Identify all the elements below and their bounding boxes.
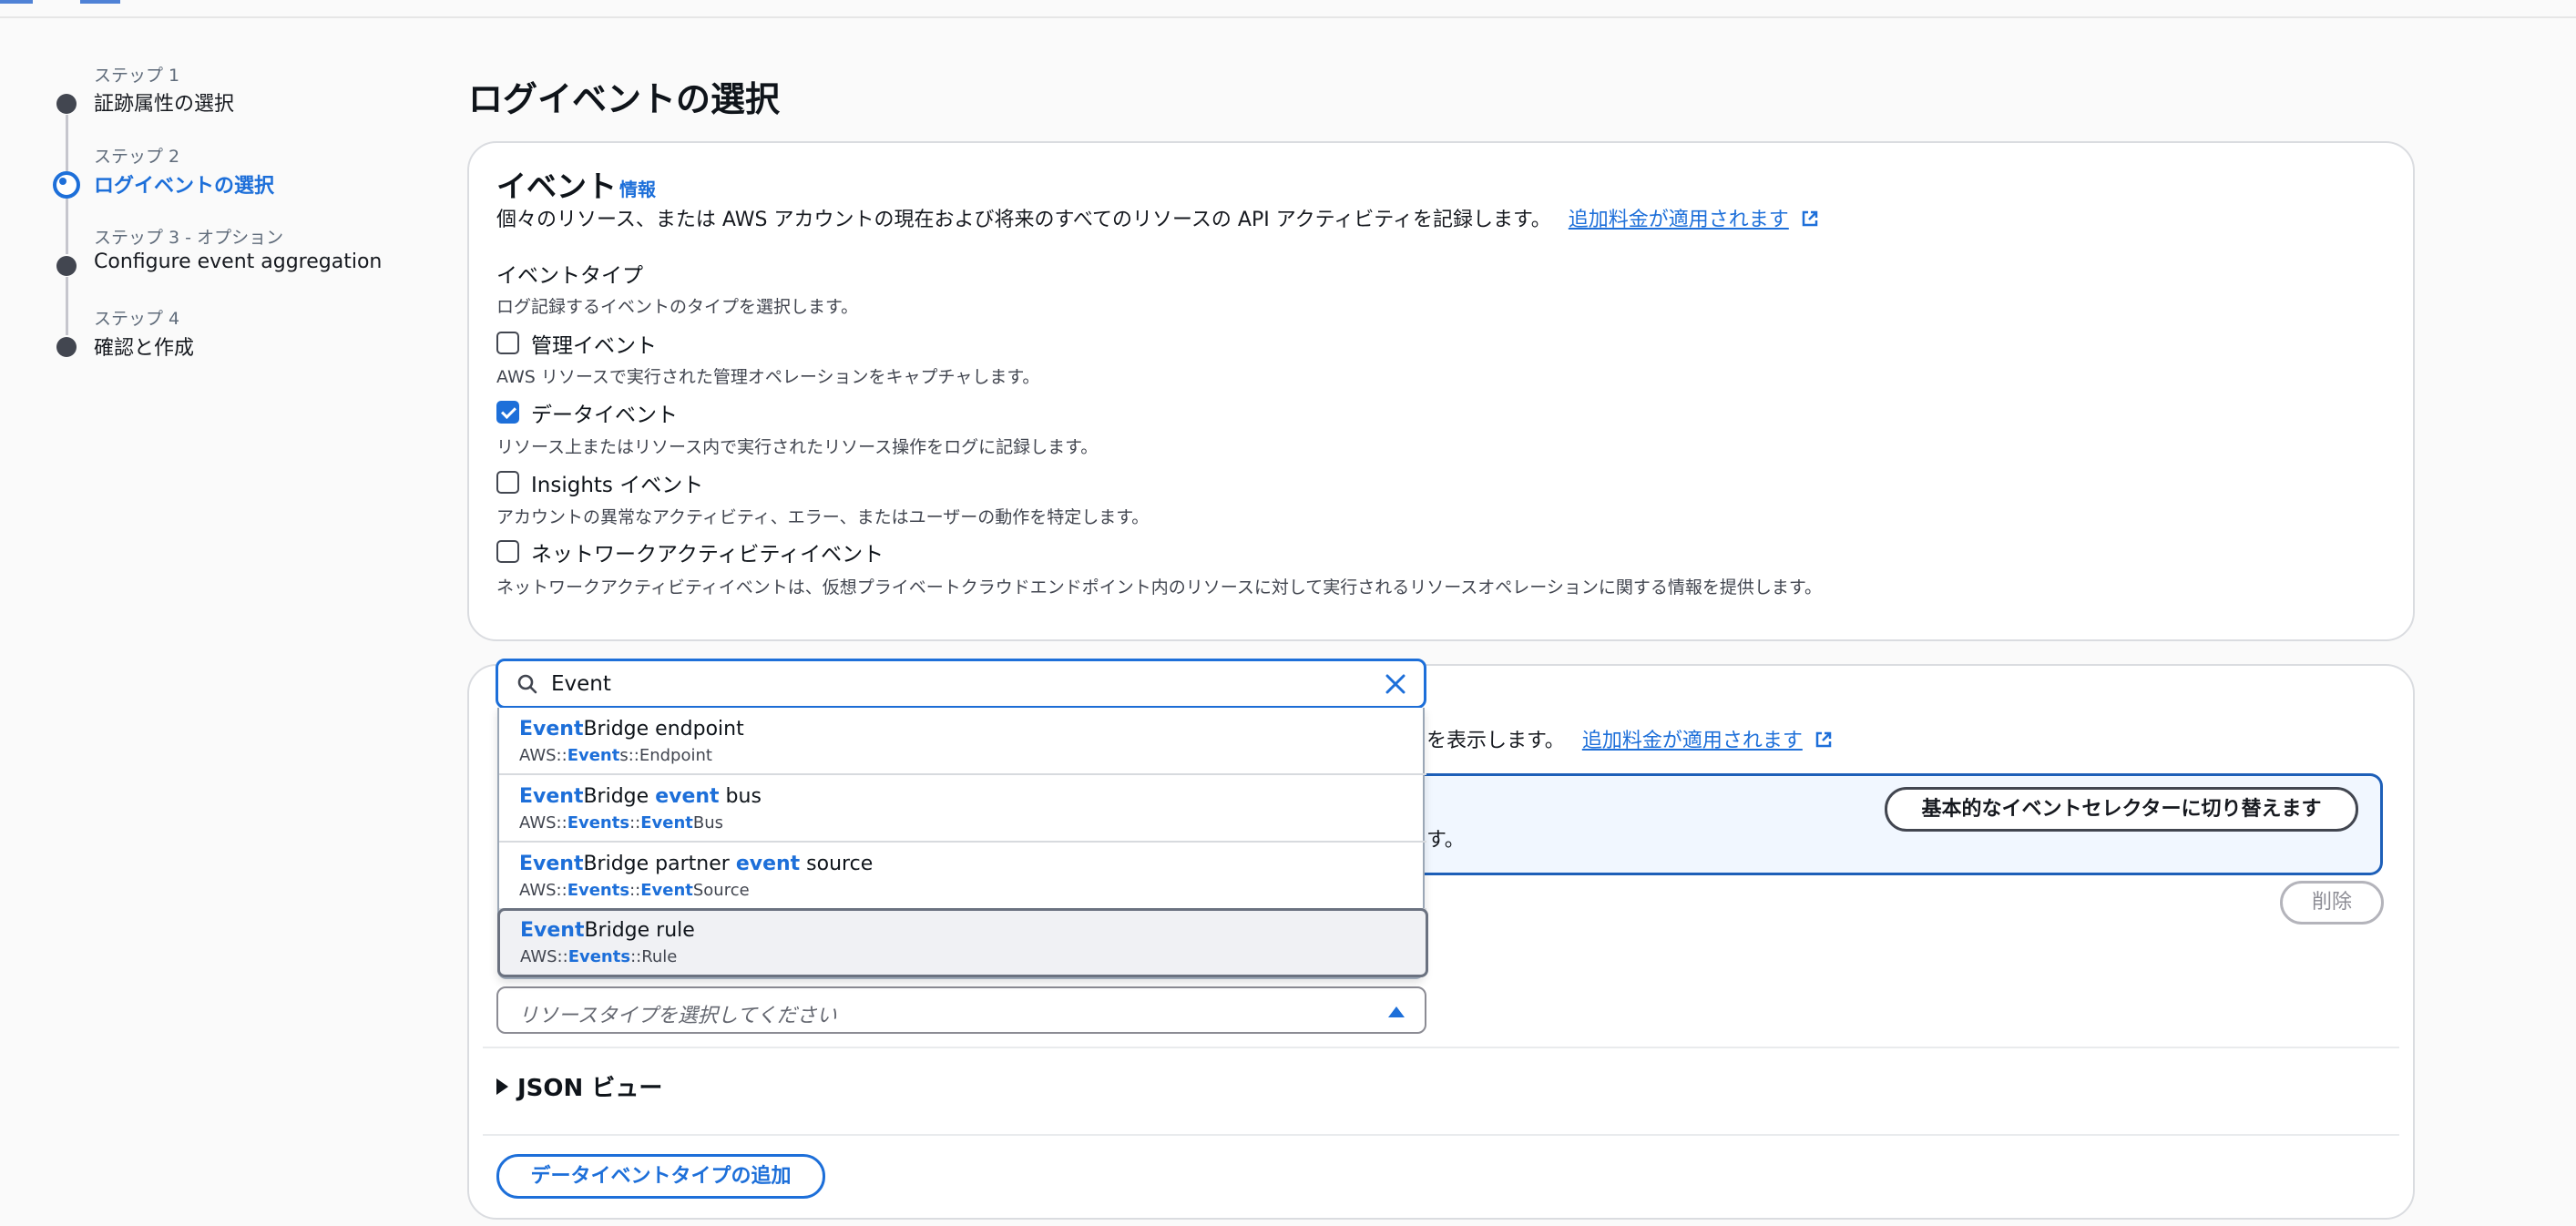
clear-search-icon[interactable] xyxy=(1384,672,1407,696)
option-title: EventBridge endpoint xyxy=(519,718,744,741)
dropdown-option[interactable]: EventBridge endpoint AWS::Events::Endpoi… xyxy=(499,708,1426,775)
step-4-title[interactable]: 確認と作成 xyxy=(94,332,194,361)
step-3-dot xyxy=(56,256,77,276)
option-title: EventBridge event bus xyxy=(519,785,762,808)
option-subtitle: AWS::Events::Rule xyxy=(520,947,678,966)
dropdown-option-highlighted[interactable]: EventBridge rule AWS::Events::Rule xyxy=(497,908,1428,977)
external-link-icon xyxy=(1815,731,1832,748)
events-heading: イベント xyxy=(496,169,617,204)
data-events-description-partial: を表示します。 xyxy=(1426,730,1565,752)
delete-button[interactable]: 削除 xyxy=(2280,881,2384,925)
info-alert-text-partial: す。 xyxy=(1426,829,1465,852)
management-events-hint: AWS リソースで実行された管理オペレーションをキャプチャします。 xyxy=(496,367,1040,387)
event-type-label: イベントタイプ xyxy=(496,264,643,288)
step-connector xyxy=(66,115,68,171)
step-1-dot xyxy=(56,94,77,114)
external-link-icon xyxy=(1802,210,1818,227)
option-title: EventBridge partner event source xyxy=(519,853,874,875)
step-3-number: ステップ 3 - オプション xyxy=(94,228,284,248)
search-icon xyxy=(517,674,537,694)
step-2-title[interactable]: ログイベントの選択 xyxy=(94,169,274,199)
info-link[interactable]: 情報 xyxy=(619,175,656,201)
option-title: EventBridge rule xyxy=(520,919,695,942)
resource-type-dropdown: EventBridge endpoint AWS::Events::Endpoi… xyxy=(497,708,1428,979)
data-events-pricing-link[interactable]: 追加料金が適用されます xyxy=(1582,730,1803,752)
switch-to-basic-selector-button[interactable]: 基本的なイベントセレクターに切り替えます xyxy=(1885,787,2358,832)
step-4-dot xyxy=(56,337,77,357)
management-events-checkbox[interactable] xyxy=(496,332,519,354)
event-type-hint: ログ記録するイベントのタイプを選択します。 xyxy=(496,297,859,317)
divider xyxy=(483,1047,2399,1048)
resource-type-placeholder: リソースタイプを選択してください xyxy=(518,1005,837,1027)
events-description: 個々のリソース、または AWS アカウントの現在および将来のすべてのリソースの … xyxy=(496,209,1551,231)
data-events-hint: リソース上またはリソース内で実行されたリソース操作をログに記録します。 xyxy=(496,437,1099,457)
step-connector xyxy=(66,196,68,254)
step-connector xyxy=(66,277,68,335)
option-subtitle: AWS::Events::EventBus xyxy=(519,813,723,833)
events-description-row: 個々のリソース、または AWS アカウントの現在および将来のすべてのリソースの … xyxy=(496,203,1819,232)
insights-events-checkbox[interactable] xyxy=(496,471,519,494)
step-4-number: ステップ 4 xyxy=(94,309,180,329)
step-1-title[interactable]: 証跡属性の選択 xyxy=(94,87,234,117)
page-title: ログイベントの選択 xyxy=(468,79,781,119)
step-2-number: ステップ 2 xyxy=(94,147,180,167)
insights-events-hint: アカウントの異常なアクティビティ、エラー、またはユーザーの動作を特定します。 xyxy=(496,507,1150,527)
option-subtitle: AWS::Events::EventSource xyxy=(519,881,750,900)
dropdown-option[interactable]: EventBridge event bus AWS::Events::Event… xyxy=(499,775,1426,843)
option-subtitle: AWS::Events::Endpoint xyxy=(519,746,712,765)
data-events-description-row: を表示します。 追加料金が適用されます xyxy=(1426,724,1833,753)
network-activity-events-label[interactable]: ネットワークアクティビティイベント xyxy=(531,536,884,567)
dropdown-option[interactable]: EventBridge partner event source AWS::Ev… xyxy=(499,843,1426,910)
caret-right-icon xyxy=(496,1078,508,1095)
data-events-label[interactable]: データイベント xyxy=(531,397,678,428)
pricing-link[interactable]: 追加料金が適用されます xyxy=(1569,209,1789,231)
resource-type-search[interactable]: Event xyxy=(496,659,1426,709)
caret-up-icon xyxy=(1388,1006,1405,1017)
resource-type-select[interactable]: リソースタイプを選択してください xyxy=(496,986,1426,1034)
add-data-event-type-button[interactable]: データイベントタイプの追加 xyxy=(496,1154,825,1199)
insights-events-label[interactable]: Insights イベント xyxy=(531,467,703,498)
step-3-title[interactable]: Configure event aggregation xyxy=(94,250,382,273)
step-2-dot xyxy=(53,171,80,199)
json-view-toggle[interactable]: JSON ビュー xyxy=(496,1069,662,1103)
network-activity-events-hint: ネットワークアクティビティイベントは、仮想プライベートクラウドエンドポイント内の… xyxy=(496,577,1823,598)
step-1-number: ステップ 1 xyxy=(94,66,180,86)
network-activity-events-checkbox[interactable] xyxy=(496,540,519,563)
json-view-label: JSON ビュー xyxy=(517,1075,663,1102)
wizard-steps: ステップ 1 証跡属性の選択 ステップ 2 ログイベントの選択 ステップ 3 -… xyxy=(0,0,419,383)
search-input[interactable]: Event xyxy=(551,672,611,696)
data-events-checkbox[interactable] xyxy=(496,401,519,424)
divider xyxy=(483,1134,2399,1136)
management-events-label[interactable]: 管理イベント xyxy=(531,328,657,359)
